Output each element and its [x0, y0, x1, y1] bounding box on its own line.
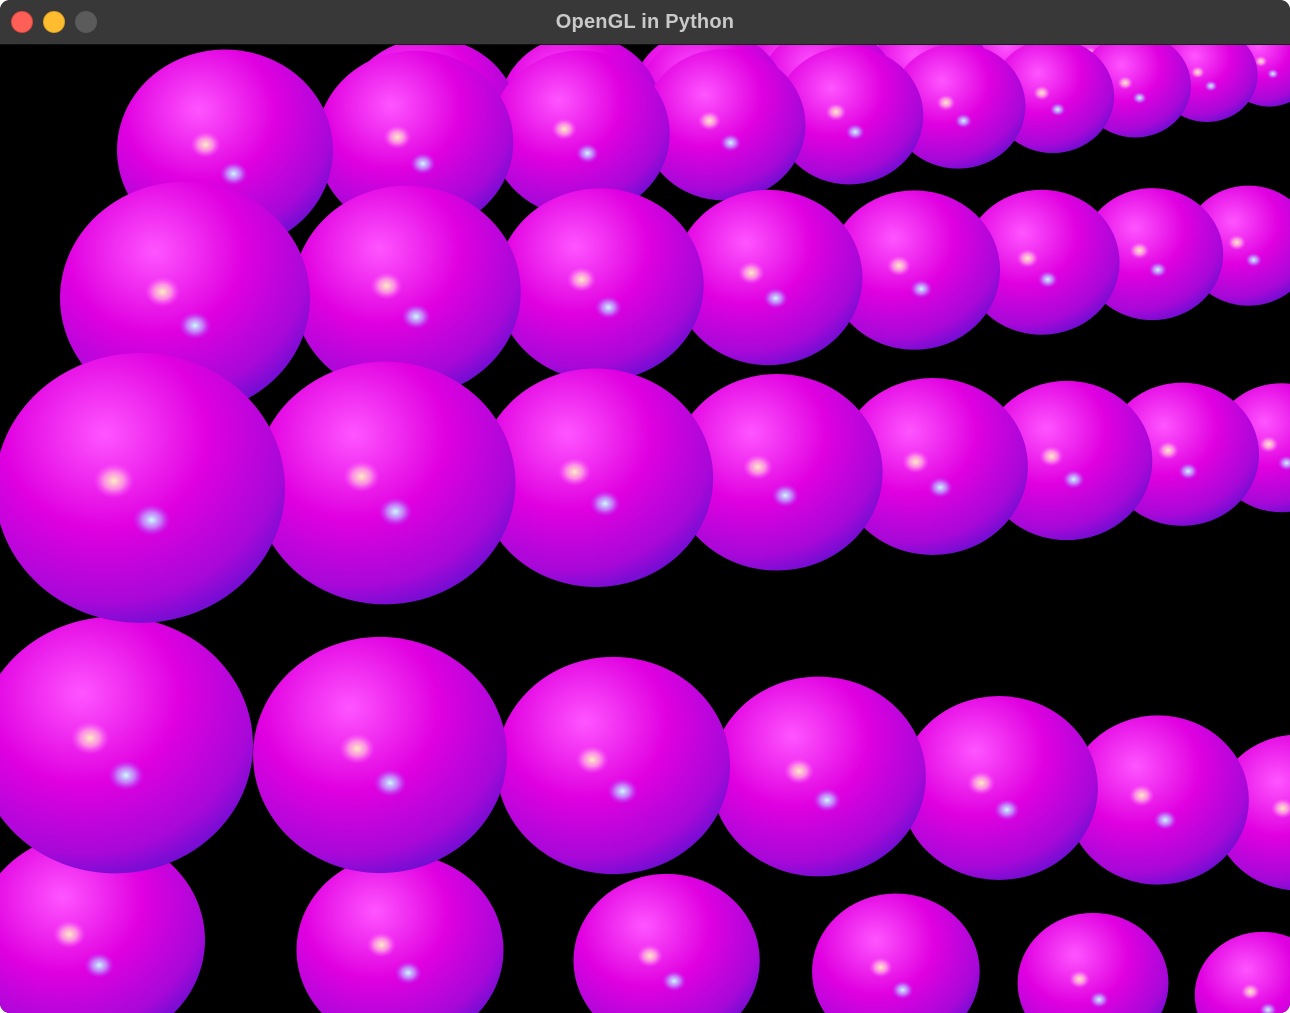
app-window: OpenGL in Python [0, 0, 1290, 1013]
sphere [573, 873, 760, 1013]
sphere [710, 676, 926, 877]
sphere-grid-render [0, 45, 1290, 1013]
opengl-viewport[interactable] [0, 45, 1290, 1013]
sphere [812, 893, 980, 1013]
sphere [0, 353, 285, 623]
window-title: OpenGL in Python [555, 11, 735, 33]
sphere [496, 188, 704, 381]
sphere [253, 636, 507, 874]
sphere [496, 656, 731, 875]
sphere [0, 616, 253, 874]
sphere [296, 853, 504, 1013]
sphere [900, 696, 1098, 880]
sphere [1017, 912, 1169, 1013]
sphere [254, 361, 516, 605]
title-bar[interactable]: OpenGL in Python [0, 0, 1290, 45]
sphere [1194, 931, 1290, 1013]
